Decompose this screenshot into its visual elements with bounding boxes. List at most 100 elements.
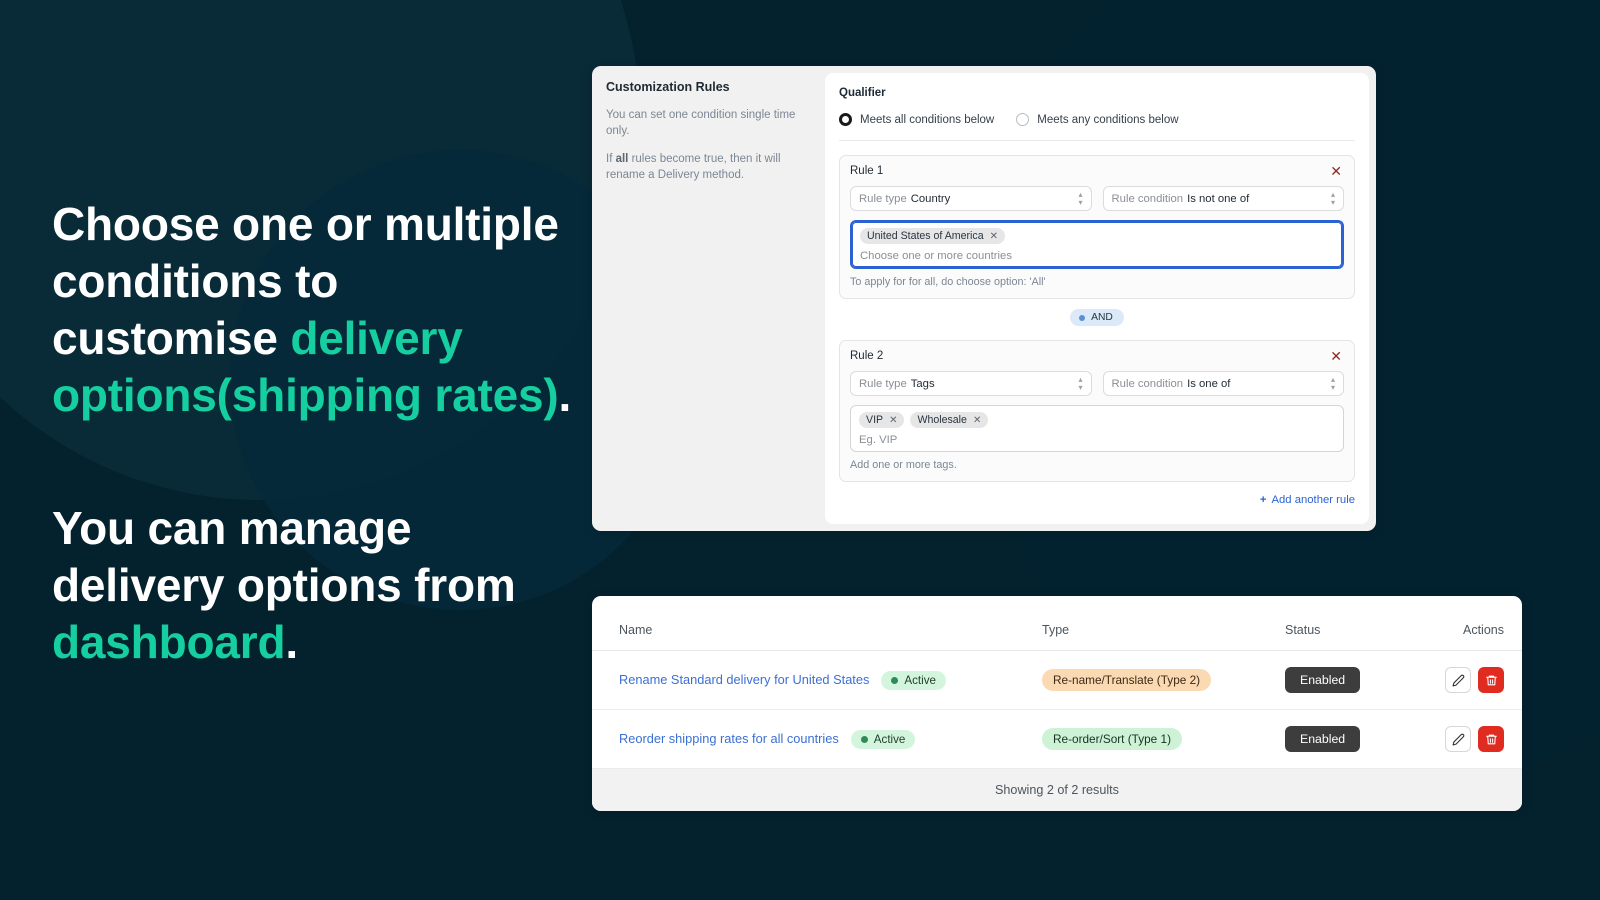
chevron-updown-icon: ▴ ▾ xyxy=(1330,374,1335,392)
pencil-icon[interactable] xyxy=(1445,726,1471,752)
radio-unselected-icon[interactable] xyxy=(1016,113,1030,126)
headline-secondary: You can manage delivery options from das… xyxy=(52,500,572,671)
rule-1-condition-label: Rule condition xyxy=(1111,192,1184,205)
column-header-actions: Actions xyxy=(1433,596,1522,651)
rule-1-type-select[interactable]: Rule type Country ▴ ▾ xyxy=(850,186,1092,211)
radio-selected-icon[interactable] xyxy=(839,113,852,126)
qualifier-title: Qualifier xyxy=(839,87,886,99)
pencil-icon[interactable] xyxy=(1445,667,1471,693)
rule-2-condition-label: Rule condition xyxy=(1111,377,1184,390)
enabled-toggle-button[interactable]: Enabled xyxy=(1285,667,1361,693)
table-row: Rename Standard delivery for United Stat… xyxy=(592,650,1522,710)
rule-2-type-select[interactable]: Rule type Tags ▴ ▾ xyxy=(850,371,1092,396)
qualifier-panel: Qualifier Meets all conditions below Mee… xyxy=(825,73,1369,524)
column-header-name: Name xyxy=(592,596,1042,651)
cell-status: Enabled xyxy=(1285,709,1433,769)
rule-2-type-label: Rule type xyxy=(859,377,907,390)
and-pill[interactable]: AND xyxy=(1070,309,1124,326)
token-chip: United States of America ✕ xyxy=(860,228,1005,244)
rule-1-condition-value: Is not one of xyxy=(1187,192,1250,205)
rule-2-help-text: Add one or more tags. xyxy=(850,459,957,471)
rule-1-country-input[interactable]: United States of America ✕ Choose one or … xyxy=(850,220,1344,269)
rule-1-help-text: To apply for for all, do choose option: … xyxy=(850,276,1046,288)
rule-2-tokens: VIP ✕ Wholesale ✕ xyxy=(859,412,1335,428)
rule-2-tags-input[interactable]: VIP ✕ Wholesale ✕ Eg. VIP xyxy=(850,405,1344,452)
rule-2-condition-select[interactable]: Rule condition Is one of ▴ ▾ xyxy=(1102,371,1344,396)
table-row: Reorder shipping rates for all countries… xyxy=(592,709,1522,769)
status-dot-icon xyxy=(891,676,899,684)
cell-name: Reorder shipping rates for all countries… xyxy=(592,709,1042,769)
rule-1-type-value: Country xyxy=(910,192,951,205)
rule-block-1: Rule 1 ✕ Rule type Country ▴ ▾ Rule condi… xyxy=(839,155,1355,299)
rule-name-link[interactable]: Reorder shipping rates for all countries xyxy=(619,731,839,746)
close-icon[interactable]: ✕ xyxy=(1328,164,1344,178)
chevron-updown-icon: ▴ ▾ xyxy=(1078,374,1083,392)
type-badge: Re-name/Translate (Type 2) xyxy=(1042,669,1212,691)
add-another-rule-button[interactable]: + Add another rule xyxy=(839,494,1355,506)
rules-sidebar: Customization Rules You can set one cond… xyxy=(592,66,825,531)
token-chip: VIP ✕ xyxy=(859,412,905,428)
rule-2-selects: Rule type Tags ▴ ▾ Rule condition Is one … xyxy=(850,371,1344,396)
column-header-type: Type xyxy=(1042,596,1285,651)
delivery-rules-table-card: Name Type Status Actions Rename Standard… xyxy=(592,596,1522,811)
cell-status: Enabled xyxy=(1285,650,1433,710)
status-badge-label: Active xyxy=(904,673,936,687)
rule-2-type-value: Tags xyxy=(910,377,935,390)
qualifier-option-all[interactable]: Meets all conditions below xyxy=(839,113,994,126)
rules-panel-title: Customization Rules xyxy=(606,80,730,94)
enabled-toggle-button[interactable]: Enabled xyxy=(1285,726,1361,752)
chevron-updown-icon: ▴ ▾ xyxy=(1330,189,1335,207)
trash-icon[interactable] xyxy=(1478,667,1504,693)
rule-1-selects: Rule type Country ▴ ▾ Rule condition Is n… xyxy=(850,186,1344,211)
rules-desc2-post: rules become true, then it will rename a… xyxy=(606,153,781,181)
status-dot-icon xyxy=(860,735,868,743)
cell-actions xyxy=(1433,650,1522,710)
marketing-copy: Choose one or multiple conditions to cus… xyxy=(52,196,572,671)
rule-1-type-label: Rule type xyxy=(859,192,907,205)
qualifier-radio-group: Meets all conditions below Meets any con… xyxy=(839,113,1355,141)
rule-2-condition-value: Is one of xyxy=(1187,377,1231,390)
headline-secondary-accent: dashboard xyxy=(52,616,286,668)
token-label: VIP xyxy=(866,414,884,426)
token-chip: Wholesale ✕ xyxy=(910,412,989,428)
chevron-updown-icon: ▴ ▾ xyxy=(1078,189,1083,207)
column-header-status: Status xyxy=(1285,596,1433,651)
status-badge-label: Active xyxy=(873,732,906,746)
headline-secondary-text: You can manage delivery options from xyxy=(52,502,516,611)
headline-secondary-end: . xyxy=(285,616,298,668)
close-icon[interactable]: ✕ xyxy=(1328,349,1344,363)
cell-type: Re-name/Translate (Type 2) xyxy=(1042,650,1285,710)
rule-1-condition-select[interactable]: Rule condition Is not one of ▴ ▾ xyxy=(1102,186,1344,211)
rule-2-token-placeholder: Eg. VIP xyxy=(859,434,898,446)
table-footer-row: Showing 2 of 2 results xyxy=(592,768,1522,811)
trash-icon[interactable] xyxy=(1478,726,1504,752)
qualifier-option-all-label: Meets all conditions below xyxy=(860,113,995,126)
rule-connector: AND xyxy=(839,309,1355,326)
dot-icon xyxy=(1079,314,1086,321)
type-badge: Re-order/Sort (Type 1) xyxy=(1042,728,1183,750)
rule-name-link[interactable]: Rename Standard delivery for United Stat… xyxy=(619,672,869,687)
qualifier-option-any[interactable]: Meets any conditions below xyxy=(1016,113,1179,126)
rule-1-title: Rule 1 xyxy=(850,165,884,177)
token-label: United States of America xyxy=(867,230,984,242)
qualifier-option-any-label: Meets any conditions below xyxy=(1037,113,1179,126)
rule-2-header: Rule 2 ✕ xyxy=(850,349,1344,363)
rule-1-header: Rule 1 ✕ xyxy=(850,164,1344,178)
headline-primary: Choose one or multiple conditions to cus… xyxy=(52,196,572,424)
rule-1-token-placeholder: Choose one or more countries xyxy=(860,250,1012,262)
cell-actions xyxy=(1433,709,1522,769)
table-header-row: Name Type Status Actions xyxy=(592,596,1522,651)
cell-type: Re-order/Sort (Type 1) xyxy=(1042,709,1285,769)
delivery-rules-table: Name Type Status Actions Rename Standard… xyxy=(592,596,1522,811)
rule-block-2: Rule 2 ✕ Rule type Tags ▴ ▾ Rule conditio… xyxy=(839,340,1355,482)
token-remove-icon[interactable]: ✕ xyxy=(889,415,897,426)
token-remove-icon[interactable]: ✕ xyxy=(990,231,998,242)
plus-icon: + xyxy=(1259,494,1267,506)
rules-panel-desc-1: You can set one condition single time on… xyxy=(606,109,796,137)
headline-primary-end: . xyxy=(558,369,572,421)
token-remove-icon[interactable]: ✕ xyxy=(973,415,981,426)
cell-name: Rename Standard delivery for United Stat… xyxy=(592,650,1042,710)
rule-1-tokens: United States of America ✕ xyxy=(860,228,1334,244)
rules-desc2-bold: all xyxy=(615,153,629,165)
results-count: Showing 2 of 2 results xyxy=(592,768,1522,811)
